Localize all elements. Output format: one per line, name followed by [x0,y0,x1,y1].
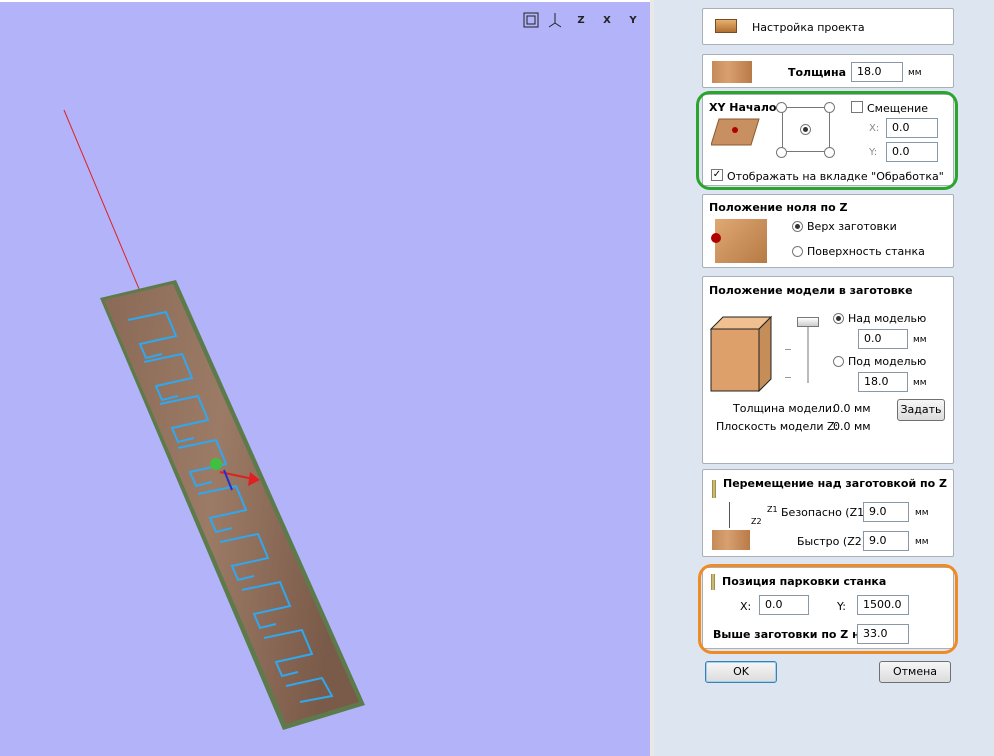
z-zero-top-label: Верх заготовки [807,220,897,233]
panel-title: Настройка проекта [752,21,865,34]
rapid-stock-icon [712,530,750,550]
model-thickness-label: Толщина модели: [733,402,836,415]
iso-view-icon[interactable] [546,10,564,30]
view-y-button[interactable]: Y [622,10,644,30]
rapid-z-title: Перемещение над заготовкой по Z [723,477,947,490]
model-position-title: Положение модели в заготовке [709,284,913,297]
model-plane-value: 0.0 мм [833,420,871,433]
z-zero-top-radio[interactable] [792,221,803,232]
ok-button[interactable]: OK [705,661,777,683]
model-position-slider-thumb[interactable] [797,317,819,327]
z-zero-icon [715,219,767,263]
project-setup-panel: Настройка проекта Толщина 18.0 мм XY Нач… [654,0,994,756]
view-z-label: Z [577,14,585,26]
panel-header: Настройка проекта [702,8,954,45]
below-model-unit: мм [913,378,927,388]
thickness-icon [712,61,752,83]
z2-icon: Z2 [751,517,762,526]
model-position-slider-track[interactable] [807,321,809,383]
fast-z-unit: мм [915,537,929,547]
thickness-label: Толщина [788,66,847,79]
safe-z-label: Безопасно (Z1) [781,506,869,519]
orange-highlight [698,564,958,654]
above-model-radio[interactable] [833,313,844,324]
below-model-radio[interactable] [833,356,844,367]
slider-tick-bottom [785,377,791,378]
model-plane-label: Плоскость модели Z: [716,420,839,433]
slider-tick-mid [785,349,791,350]
fast-z-input[interactable]: 9.0 [863,531,909,551]
thickness-unit: мм [908,68,922,78]
project-setup-icon [715,19,737,33]
safe-z-input[interactable]: 9.0 [863,502,909,522]
3d-viewport[interactable]: Z X Y [0,2,650,756]
rapid-z-guide-icon [729,502,730,528]
model-thickness-value: 0.0 мм [833,402,871,415]
thickness-input[interactable]: 18.0 [851,62,903,82]
fit-view-icon[interactable] [522,10,540,30]
scene-canvas[interactable] [0,2,650,756]
z1-icon: Z1 [767,505,778,514]
z-zero-table-radio[interactable] [792,246,803,257]
fast-z-label: Быстро (Z2) [797,535,867,548]
below-model-label: Под моделью [848,355,927,368]
view-y-label: Y [629,14,637,26]
cancel-button[interactable]: Отмена [879,661,951,683]
thickness-section: Толщина 18.0 мм [702,54,954,88]
z-zero-section: Положение ноля по Z Верх заготовки Повер… [702,194,954,268]
view-x-button[interactable]: X [596,10,618,30]
view-x-label: X [603,14,611,26]
z-zero-table-label: Поверхность станка [807,245,925,258]
below-model-input[interactable]: 18.0 [858,372,908,392]
tool-icon [712,480,716,498]
above-model-label: Над моделью [848,312,927,325]
above-model-input[interactable]: 0.0 [858,329,908,349]
z-zero-marker-icon [711,233,721,243]
model-position-section: Положение модели в заготовке Над моделью… [702,276,954,464]
rapid-z-section: Перемещение над заготовкой по Z Z1 Z2 Бе… [702,469,954,557]
model-block-icon [709,315,773,393]
green-highlight [696,91,958,190]
z-zero-title: Положение ноля по Z [709,201,848,214]
view-z-button[interactable]: Z [570,10,592,30]
set-model-button[interactable]: Задать [897,399,945,421]
above-model-unit: мм [913,335,927,345]
safe-z-unit: мм [915,508,929,518]
